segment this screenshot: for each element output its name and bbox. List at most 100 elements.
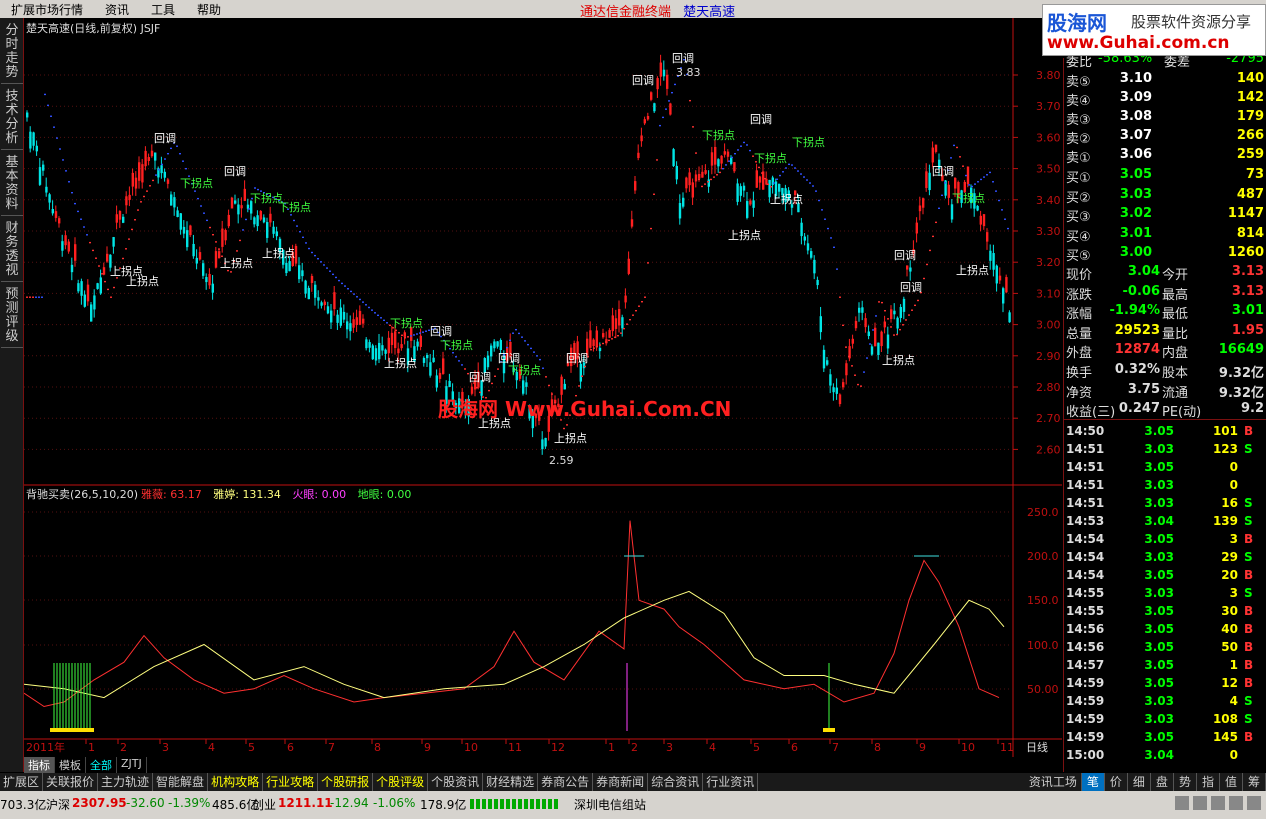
status-icons[interactable] <box>1175 796 1261 810</box>
tick-direction: B <box>1244 532 1254 546</box>
stop-dot <box>662 116 664 119</box>
stop-dot <box>731 156 733 159</box>
tick-time: 14:51 <box>1066 496 1105 510</box>
candle-body <box>675 165 678 180</box>
side-tab-financial[interactable]: 财务透视 <box>1 219 23 282</box>
menu-help[interactable]: 帮助 <box>186 1 232 18</box>
bid-label: 买④ <box>1066 229 1091 245</box>
tick-direction: B <box>1244 568 1254 582</box>
stop-dot <box>200 205 202 207</box>
stop-dot <box>722 167 724 170</box>
menu-tools[interactable]: 工具 <box>140 1 186 18</box>
stop-dot <box>338 279 340 282</box>
candle-body <box>896 317 899 329</box>
tab-template[interactable]: 模板 <box>55 757 86 773</box>
candle-body <box>486 355 490 368</box>
quote-view-tab[interactable]: 资讯工场 <box>1025 773 1082 791</box>
stop-dot <box>347 288 349 290</box>
stat-value: 3.75 <box>1127 381 1160 397</box>
ind-yating-value: 131.34 <box>242 488 281 501</box>
stop-dot <box>371 309 373 311</box>
stop-dot <box>257 188 259 191</box>
side-tab-fundamentals[interactable]: 基本资料 <box>1 153 23 216</box>
candle-body <box>701 171 704 178</box>
chart-tab-bar: 指标 模板 全部 ZJTJ <box>24 757 1062 773</box>
stop-dot <box>602 342 604 345</box>
bottom-tab[interactable]: 券商公告 <box>538 773 594 791</box>
bottom-tab[interactable]: 行业资讯 <box>703 773 759 791</box>
stop-dot <box>758 166 760 169</box>
bottom-tab[interactable]: 扩展区 <box>0 773 44 791</box>
side-tab-intraday[interactable]: 分时走势 <box>1 21 23 84</box>
candle-body <box>870 346 874 355</box>
ask-label: 卖② <box>1066 132 1091 147</box>
bottom-tab[interactable]: 行业攻略 <box>263 773 319 791</box>
quote-view-tab[interactable]: 价 <box>1105 773 1128 791</box>
ask-label: 卖④ <box>1066 94 1091 109</box>
stop-dot <box>101 273 103 275</box>
tick-row: 14:59 3.03 4 S <box>1064 692 1266 710</box>
candle-body <box>80 281 83 296</box>
signal-label: 上拐点 <box>220 256 253 270</box>
signal-label: 回调 <box>750 113 772 126</box>
stop-dot <box>530 347 532 350</box>
price-label: 3.50 <box>1036 163 1061 176</box>
bottom-tab[interactable]: 财经精选 <box>483 773 539 791</box>
stop-dot <box>911 309 913 311</box>
side-tab-technical[interactable]: 技术分析 <box>1 87 23 150</box>
stop-dot <box>128 238 130 240</box>
bottom-tab[interactable]: 个股研报 <box>318 773 374 791</box>
quote-view-tab[interactable]: 盘 <box>1151 773 1174 791</box>
candle-body <box>298 265 301 280</box>
tab-indicator[interactable]: 指标 <box>24 757 55 773</box>
signal-label: 下拐点 <box>508 363 541 377</box>
sz-label: 沪深 <box>46 798 71 812</box>
kline-chart[interactable]: 楚天高速(日线,前复权) JSJF 3.80 3.70 3.60 3.50 3.40 3.… <box>23 18 1062 757</box>
tab-zjtj[interactable]: ZJTJ <box>117 757 147 773</box>
bottom-tab[interactable]: 主力轨迹 <box>98 773 154 791</box>
bottom-tab[interactable]: 个股评级 <box>373 773 429 791</box>
stop-dot <box>782 171 784 173</box>
signal-label: 下拐点 <box>792 135 825 149</box>
menu-extended-market[interactable]: 扩展市场行情 <box>0 1 94 18</box>
bottom-tab[interactable]: 券商新闻 <box>593 773 649 791</box>
stop-dot <box>875 315 877 317</box>
candle-body <box>61 241 64 251</box>
candle-body <box>819 316 822 333</box>
candle-body <box>275 231 278 237</box>
ask-volume: 140 <box>1236 71 1264 86</box>
bottom-tab[interactable]: 综合资讯 <box>648 773 704 791</box>
indicator-values: 雅薇: 63.17 雅婷: 131.34 火眼: 0.00 地眼: 0.00 <box>141 487 411 501</box>
stop-dot <box>902 324 904 326</box>
quote-view-tab[interactable]: 细 <box>1128 773 1151 791</box>
stop-dot <box>641 301 643 303</box>
stop-dot <box>608 339 610 342</box>
candle-body <box>349 323 352 332</box>
stop-dot <box>176 145 178 147</box>
bottom-tab[interactable]: 智能解盘 <box>153 773 209 791</box>
quote-view-tab[interactable]: 势 <box>1174 773 1197 791</box>
chart-area[interactable]: 楚天高速(日线,前复权) JSJF 3.80 3.70 3.60 3.50 3.40 3.… <box>23 18 1062 772</box>
quote-view-tab[interactable]: 筹 <box>1243 773 1266 791</box>
server-name: 深圳电信组站 <box>574 798 647 812</box>
bottom-tab[interactable]: 个股资讯 <box>428 773 484 791</box>
bottom-tab[interactable]: 机构攻略 <box>208 773 264 791</box>
stop-dot <box>314 254 316 257</box>
quote-view-tab[interactable]: 值 <box>1220 773 1243 791</box>
tick-time: 14:50 <box>1066 424 1105 438</box>
bid-price: 3.02 <box>1119 206 1152 221</box>
side-tab-forecast[interactable]: 预测评级 <box>1 285 23 348</box>
period-label[interactable]: 日线 <box>1026 740 1048 754</box>
candle-body <box>346 321 349 330</box>
stop-dot <box>914 304 916 307</box>
candle-body <box>579 363 582 382</box>
quote-view-tab[interactable]: 笔 <box>1081 773 1105 791</box>
tick-row: 14:56 3.05 50 B <box>1064 638 1266 656</box>
stop-dot <box>890 326 892 328</box>
menu-news[interactable]: 资讯 <box>94 1 140 18</box>
tick-direction: S <box>1244 550 1253 564</box>
candle-body <box>131 172 134 187</box>
tab-all[interactable]: 全部 <box>86 757 117 773</box>
quote-view-tab[interactable]: 指 <box>1197 773 1220 791</box>
bottom-tab[interactable]: 关联报价 <box>43 773 99 791</box>
